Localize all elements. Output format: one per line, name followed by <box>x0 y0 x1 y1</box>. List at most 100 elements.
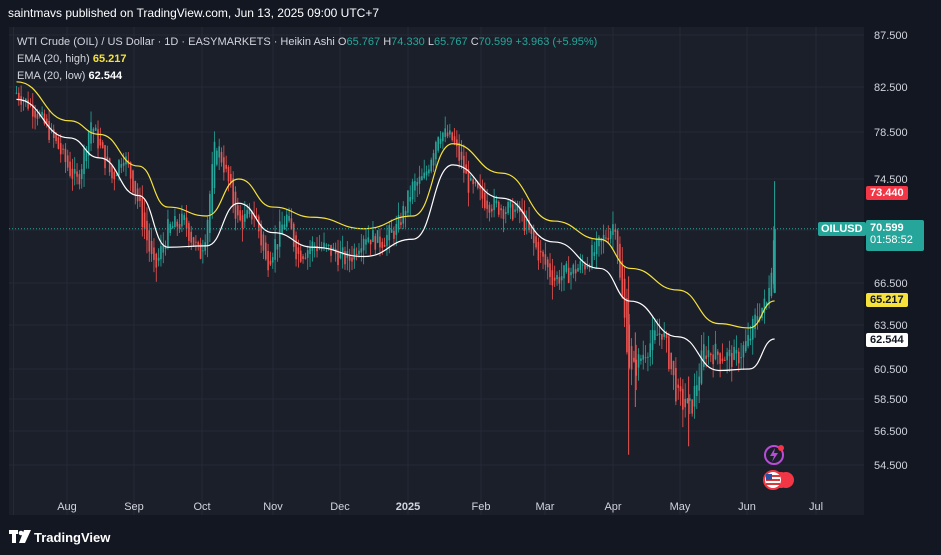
candle-body <box>486 200 488 209</box>
candle-body <box>241 215 244 229</box>
candle-body <box>367 237 370 242</box>
candle-body <box>444 128 446 137</box>
candle-body <box>78 174 81 185</box>
candle-body <box>556 275 558 280</box>
high-price-badge: 73.440 <box>866 186 908 200</box>
legend-ema-high-row[interactable]: EMA (20, high) 65.217 <box>17 51 597 68</box>
candle-body <box>612 224 614 235</box>
candle-body <box>411 181 414 200</box>
candle-body <box>195 241 197 243</box>
y-tick-label: 78.500 <box>874 127 908 139</box>
candle-body <box>579 260 582 270</box>
candle-body <box>511 204 514 220</box>
ema-high-line[interactable] <box>16 81 775 329</box>
candle-body <box>747 335 749 347</box>
candle-body <box>460 151 463 160</box>
candle-body <box>698 376 700 391</box>
candle-body <box>593 252 596 257</box>
candle-body <box>288 216 290 221</box>
candle-body <box>69 161 71 176</box>
legend-ema-low-row[interactable]: EMA (20, low) 62.544 <box>17 68 597 85</box>
candle-body <box>637 354 640 368</box>
candle-body <box>369 239 372 245</box>
candle-body <box>64 148 67 163</box>
candle-body <box>744 341 747 352</box>
symbol-tag: OILUSD <box>818 222 866 236</box>
y-tick-label: 60.500 <box>874 364 908 376</box>
y-axis[interactable]: 87.50082.50078.50074.50070.50066.50063.5… <box>874 30 908 472</box>
candle-body <box>150 240 153 254</box>
ema-low-line[interactable] <box>16 98 775 372</box>
price-chart[interactable] <box>9 27 864 515</box>
chart-area[interactable] <box>9 27 864 515</box>
candle-body <box>302 256 304 259</box>
candle-body <box>726 352 728 361</box>
candle-body <box>113 171 116 180</box>
y-tick-label: 54.500 <box>874 460 908 472</box>
candle-body <box>647 356 649 358</box>
brand-name[interactable]: TradingView <box>34 530 110 545</box>
candles[interactable] <box>15 85 775 428</box>
candle-body <box>616 230 619 258</box>
candle-body <box>290 218 293 230</box>
candle-body <box>178 224 181 229</box>
candle-body <box>66 155 69 168</box>
candle-body <box>157 257 160 261</box>
legend-o-value: 65.767 <box>346 36 381 48</box>
candle-body <box>283 224 286 230</box>
candle-body <box>190 231 193 243</box>
top-bar: saintmavs published on TradingView.com, … <box>0 0 941 26</box>
candle-body <box>435 142 437 160</box>
candle-body <box>640 358 642 361</box>
special-wicks <box>628 181 776 455</box>
candle-body <box>490 208 493 212</box>
candle-body <box>304 257 307 259</box>
candle-body <box>661 334 663 340</box>
candle-body <box>544 254 547 265</box>
candle-body <box>381 241 384 248</box>
candle-body <box>514 209 516 212</box>
candle-body <box>654 330 656 341</box>
candle-body <box>581 264 584 266</box>
candle-body <box>418 176 421 184</box>
candle-body <box>141 197 144 227</box>
candle-body <box>768 287 770 305</box>
candle-body <box>71 168 74 179</box>
candle-body <box>707 350 710 358</box>
candle-body <box>386 234 388 246</box>
candle-body <box>595 238 598 255</box>
candle-body <box>188 223 190 241</box>
candle-body <box>59 143 62 155</box>
candle-body <box>714 343 717 360</box>
lightning-event-icon[interactable] <box>763 444 785 466</box>
candle-body <box>390 229 393 233</box>
candle-body <box>553 277 556 281</box>
candle-body <box>132 170 134 193</box>
chart-legend: WTI Crude (OIL) / US Dollar · 1D · EASYM… <box>17 34 597 85</box>
candle-body <box>167 218 169 248</box>
candle-body <box>567 267 570 283</box>
candle-body <box>41 111 43 116</box>
candle-body <box>598 236 600 247</box>
candle-body <box>742 345 745 358</box>
candle-body <box>360 248 363 253</box>
candle-body <box>171 225 174 229</box>
candle-body <box>560 276 563 281</box>
candle-body <box>425 171 428 176</box>
candle-body <box>546 259 549 268</box>
candle-body <box>670 352 673 370</box>
legend-h-value: 74.330 <box>391 36 425 48</box>
us-flag-event-icon[interactable] <box>762 469 798 491</box>
candle-body <box>111 165 113 179</box>
candle-body <box>577 268 579 272</box>
tradingview-logo-icon[interactable] <box>9 530 31 544</box>
legend-symbol: WTI Crude (OIL) / US Dollar · 1D · EASYM… <box>17 36 335 48</box>
last-price-badge: 70.599 01:58:52 <box>866 220 924 251</box>
candle-body <box>34 110 36 118</box>
ema-high-badge: 65.217 <box>866 293 908 307</box>
y-tick-label: 56.500 <box>874 426 908 438</box>
ema-low-value: 62.544 <box>88 70 123 82</box>
candle-body <box>456 139 458 147</box>
candle-body <box>693 385 696 407</box>
candle-body <box>679 386 682 392</box>
